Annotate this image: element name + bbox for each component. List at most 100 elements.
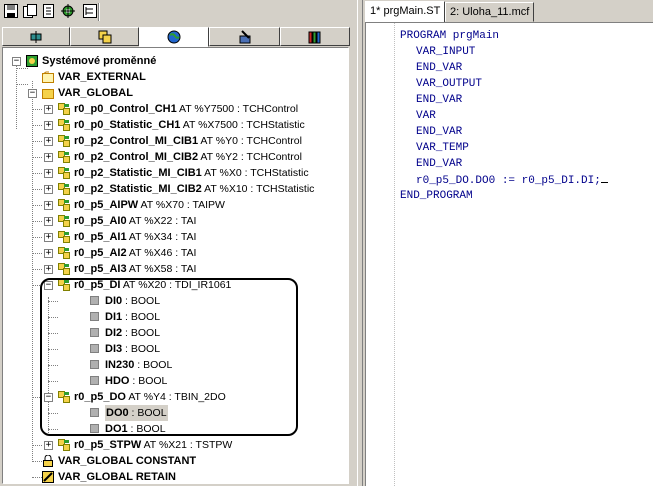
struct-var-icon [58,119,70,131]
tab-library[interactable] [280,27,350,46]
editor-gutter [366,23,395,486]
code-line: END_VAR [416,158,463,170]
code-line: VAR_TEMP [416,142,469,154]
expand-toggle[interactable]: + [44,153,53,162]
bool-var-icon [90,296,99,305]
struct-var-icon [58,135,70,147]
panel-toolbar [0,0,357,24]
tree-item-name: r0_p5_AI0 [74,215,127,227]
struct-var-icon [58,215,70,227]
tree-item-type: : BOOL [122,311,161,323]
external-folder-icon [42,71,54,83]
expand-toggle[interactable]: + [44,249,53,258]
expand-toggle[interactable]: + [44,105,53,114]
code-line: r0_p5_DO.DO0 := r0_p5_DI.DI; [416,172,608,188]
tab-blocks[interactable] [70,27,139,46]
struct-var-icon [58,439,70,451]
expand-toggle[interactable]: + [44,137,53,146]
variables-panel: − Systémové proměnné VAR_EXTERNAL − VAR_… [0,0,357,486]
tree-item-name: r0_p5_STPW [74,439,142,451]
tree-item-name: r0_p5_AIPW [74,199,139,211]
tree-item-name: r0_p5_AI1 [74,231,127,243]
tree-item-type: AT %Y7500 : TCHControl [176,103,299,115]
bool-var-icon [90,376,99,385]
tree-item-type: AT %X70 : TAIPW [138,199,225,211]
collapse-toggle[interactable]: − [44,393,53,402]
tree-item-type: : BOOL [122,327,161,339]
tree-item-name: r0_p5_AI2 [74,247,127,259]
tree-item-name: DI3 [105,343,123,355]
tree-item-name: r0_p5_DO [74,391,126,403]
expand-toggle[interactable]: + [44,217,53,226]
expand-toggle[interactable]: + [44,441,53,450]
bool-var-icon [90,360,99,369]
text-cursor [600,172,608,183]
tree-item-type: AT %X58 : TAI [126,263,197,275]
tree-item-name: DI0 [105,295,123,307]
tree-item-type: : BOOL [128,407,167,419]
bool-var-icon [90,312,99,321]
tree-item-type: : BOOL [122,343,161,355]
code-editor[interactable]: PROGRAM prgMain VAR_INPUT END_VAR VAR_OUTPU… [365,22,653,486]
tree-item-name: DO1 [105,423,128,435]
tree-item-type: : BOOL [134,359,173,371]
tree-item-label: VAR_GLOBAL RETAIN [58,471,176,483]
bool-var-icon [90,328,99,337]
code-line: VAR_INPUT [416,46,476,58]
expand-toggle[interactable]: + [44,121,53,130]
collapse-toggle[interactable]: − [12,57,21,66]
tree-item-name: r0_p0_Control_CH1 [74,103,177,115]
expand-toggle[interactable]: + [44,169,53,178]
tree-item-type: AT %X20 : TDI_IR1061 [120,279,232,291]
editor-panel: 1* prgMain.ST 2: Uloha_11.mcf PROGRAM pr… [363,0,653,486]
code-line: VAR [416,110,436,122]
tab-variables[interactable] [139,27,209,47]
struct-var-icon [58,183,70,195]
tab-components[interactable] [2,27,70,46]
tree-item-type: AT %X21 : TSTPW [141,439,233,451]
pages-icon[interactable] [41,3,57,19]
tree-item-name: DI2 [105,327,123,339]
tree-item-type: AT %X10 : TCHStatistic [201,183,315,195]
tab-tools[interactable] [209,27,280,46]
expand-toggle[interactable]: + [44,233,53,242]
panel-tabs [2,27,351,47]
code-line: END_VAR [416,62,463,74]
tree-item-name: r0_p5_DI [74,279,121,291]
expand-toggle[interactable]: + [44,201,53,210]
collapse-toggle[interactable]: − [44,281,53,290]
tree-item-type: AT %X22 : TAI [126,215,197,227]
tree-item-label: VAR_GLOBAL [58,87,133,99]
save-icon[interactable] [3,3,19,19]
tree-item-type: : BOOL [122,295,161,307]
tree-item-type: : BOOL [129,375,168,387]
globe-icon [167,30,181,44]
tree-item-name: r0_p2_Statistic_MI_CIB1 [74,167,202,179]
gear-icon[interactable] [60,3,76,19]
tree-item-label: VAR_GLOBAL CONSTANT [58,455,197,467]
tree-scrollbar[interactable] [349,47,357,484]
struct-var-icon [58,263,70,275]
tree-item-type: AT %X0 : TCHStatistic [201,167,309,179]
struct-var-icon [58,151,70,163]
bool-var-icon [90,344,99,353]
expand-toggle[interactable]: + [44,265,53,274]
struct-var-icon [58,103,70,115]
folder-open-icon [42,89,54,99]
tree-view-icon[interactable] [82,3,98,19]
tab-prgmain[interactable]: 1* prgMain.ST [365,1,446,23]
code-line: VAR_OUTPUT [416,78,483,90]
component-icon [30,31,42,43]
tab-uloha[interactable]: 2: Uloha_11.mcf [445,2,535,22]
tree-item-name: DI1 [105,311,123,323]
expand-toggle[interactable]: + [44,185,53,194]
copy-icon[interactable] [22,3,38,19]
tree-item-name: r0_p2_Statistic_MI_CIB2 [74,183,202,195]
tree-item-label: VAR_EXTERNAL [58,71,146,83]
struct-var-icon [58,247,70,259]
tree-item-type: AT %X46 : TAI [126,247,197,259]
bool-var-icon [90,424,99,433]
bool-var-icon [90,408,99,417]
collapse-toggle[interactable]: − [28,89,37,98]
tree-item-type: : BOOL [127,423,166,435]
